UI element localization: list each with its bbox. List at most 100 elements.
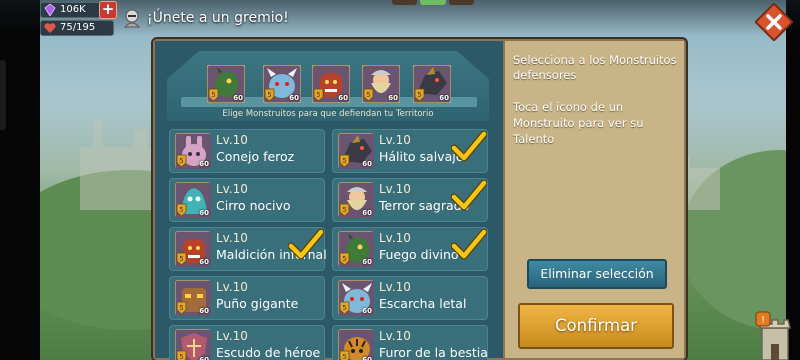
svg-text:5: 5 — [417, 91, 421, 99]
monster-card[interactable]: 5 60 Lv.10 Hálito salvaje — [332, 129, 488, 173]
game-screen: 106K + 75/195 ¡Únete a un gremio! 5 60 5… — [0, 0, 800, 360]
monster-thumbnail[interactable]: 5 60 — [175, 280, 211, 316]
monster-card[interactable]: 5 60 Lv.10 Terror sagrado — [332, 178, 488, 222]
defender-slot[interactable]: 5 60 — [206, 64, 246, 104]
guild-helmet-icon — [123, 9, 141, 28]
monster-card[interactable]: 5 60 Lv.10 Escarcha letal — [332, 276, 488, 320]
monster-level: Lv.10 — [379, 231, 411, 245]
monster-thumb-level: 60 — [199, 258, 209, 266]
monster-name: Furor de la bestia — [379, 345, 488, 360]
rank-shield-icon: 5 — [176, 301, 187, 315]
monster-level: Lv.10 — [216, 231, 248, 245]
checkmark-icon — [451, 131, 487, 162]
svg-text:5: 5 — [342, 353, 346, 360]
defender-slot[interactable]: 5 60 — [412, 64, 452, 104]
monster-name: Escudo de héroe — [216, 345, 321, 360]
rank-shield-icon: 5 — [339, 154, 350, 168]
clear-selection-button[interactable]: Eliminar selección — [527, 259, 667, 289]
monster-thumbnail[interactable]: 5 60 — [175, 231, 211, 267]
screen-bezel-right — [786, 0, 800, 360]
svg-text:5: 5 — [267, 91, 271, 99]
monster-card[interactable]: 5 60 Lv.10 Cirro nocivo — [169, 178, 325, 222]
defender-slot[interactable]: 5 60 — [262, 64, 302, 104]
rank-shield-icon: 5 — [264, 88, 275, 102]
defender-hint: Elige Monstruitos para que defiendan tu … — [222, 109, 434, 119]
monster-name: Cirro nocivo — [216, 198, 291, 213]
confirm-button[interactable]: Confirmar — [518, 303, 674, 349]
svg-text:5: 5 — [211, 91, 215, 99]
svg-text:5: 5 — [342, 255, 346, 263]
svg-text:5: 5 — [179, 255, 183, 263]
defender-slot[interactable]: 5 60 — [361, 64, 401, 104]
monster-thumbnail[interactable]: 5 60 — [175, 133, 211, 169]
monster-card[interactable]: 5 60 Lv.10 Escudo de héroe — [169, 325, 325, 360]
monster-level: Lv.10 — [379, 329, 411, 343]
monster-thumbnail[interactable]: 5 60 — [338, 133, 374, 169]
rank-shield-icon: 5 — [176, 252, 187, 266]
buy-gems-button[interactable]: + — [99, 1, 117, 19]
monster-thumb-level: 60 — [362, 209, 372, 217]
monster-level: Lv.10 — [216, 133, 248, 147]
monster-thumbnail[interactable]: 5 60 — [338, 231, 374, 267]
rank-shield-icon: 5 — [313, 88, 324, 102]
defender-slot-level: 60 — [338, 94, 348, 102]
monster-card[interactable]: 5 60 Lv.10 Maldición infernal — [169, 227, 327, 271]
monster-level: Lv.10 — [379, 182, 411, 196]
monster-thumb-level: 60 — [199, 307, 209, 315]
rank-shield-icon: 5 — [176, 203, 187, 217]
monster-card[interactable]: 5 60 Lv.10 Puño gigante — [169, 276, 325, 320]
top-bar — [0, 0, 800, 36]
rank-shield-icon: 5 — [339, 203, 350, 217]
screen-notch — [0, 60, 6, 130]
screen-bezel-left — [0, 0, 40, 360]
checkmark-icon — [451, 229, 487, 260]
monster-name: Puño gigante — [216, 296, 299, 311]
top-page-indicator — [392, 0, 474, 5]
monster-thumb-level: 60 — [199, 160, 209, 168]
defender-slot-level: 60 — [439, 94, 449, 102]
svg-text:5: 5 — [179, 206, 183, 214]
stamina-value: 75/195 — [60, 22, 96, 33]
svg-text:!: ! — [761, 315, 765, 326]
monster-level: Lv.10 — [216, 280, 248, 294]
monster-level: Lv.10 — [216, 182, 248, 196]
close-icon[interactable] — [755, 3, 793, 41]
gems-value: 106K — [60, 4, 86, 15]
gem-icon — [44, 4, 56, 16]
monster-list-area: 5 60 5 60 5 60 5 60 5 60 Elige Monstruit… — [155, 41, 503, 360]
monster-level: Lv.10 — [379, 133, 411, 147]
monster-thumbnail[interactable]: 5 60 — [175, 329, 211, 360]
checkmark-icon — [288, 229, 324, 260]
checkmark-icon — [451, 180, 487, 211]
info-panel: Selecciona a los Monstruitos defensores … — [503, 41, 684, 358]
info-tap-icon: Toca el icono de un Monstruito para ver … — [513, 100, 644, 146]
monster-thumb-level: 60 — [199, 209, 209, 217]
monster-card[interactable]: 5 60 Lv.10 Fuego divino — [332, 227, 488, 271]
monster-thumbnail[interactable]: 5 60 — [338, 329, 374, 360]
rank-shield-icon: 5 — [208, 88, 219, 102]
svg-text:5: 5 — [342, 157, 346, 165]
svg-text:5: 5 — [316, 91, 320, 99]
tower-shortcut-icon[interactable]: ! — [752, 310, 798, 360]
monster-card[interactable]: 5 60 Lv.10 Furor de la bestia — [332, 325, 488, 360]
svg-text:5: 5 — [366, 91, 370, 99]
rank-shield-icon: 5 — [339, 252, 350, 266]
monster-thumbnail[interactable]: 5 60 — [175, 182, 211, 218]
monster-thumbnail[interactable]: 5 60 — [338, 280, 374, 316]
defender-slot[interactable]: 5 60 — [311, 64, 351, 104]
heart-icon — [44, 23, 56, 33]
info-select-defenders: Selecciona a los Monstruitos defensores — [513, 53, 677, 82]
monster-thumb-level: 60 — [362, 160, 372, 168]
monster-thumb-level: 60 — [362, 258, 372, 266]
defender-slot-level: 60 — [388, 94, 398, 102]
monster-name: Fuego divino — [379, 247, 459, 262]
monster-thumbnail[interactable]: 5 60 — [338, 182, 374, 218]
monster-level: Lv.10 — [216, 329, 248, 343]
monster-thumb-level: 60 — [362, 356, 372, 360]
monster-card[interactable]: 5 60 Lv.10 Conejo feroz — [169, 129, 325, 173]
stamina-counter: 75/195 — [40, 20, 114, 36]
monster-level: Lv.10 — [379, 280, 411, 294]
join-guild-banner[interactable]: ¡Únete a un gremio! — [121, 6, 289, 30]
monster-name: Conejo feroz — [216, 149, 295, 164]
rank-shield-icon: 5 — [363, 88, 374, 102]
